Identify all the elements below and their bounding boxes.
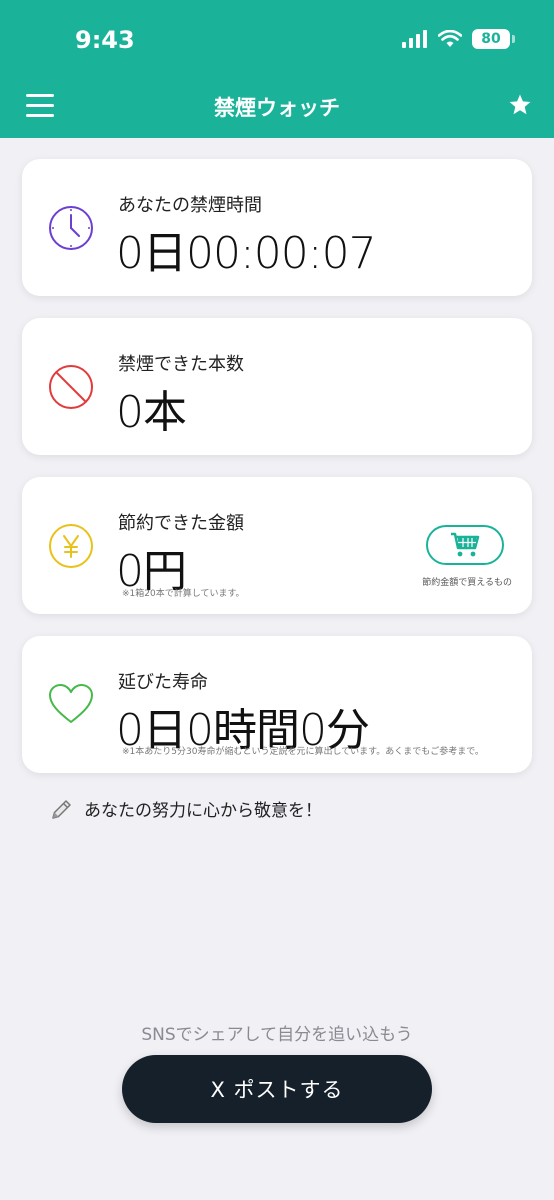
shop-button[interactable] [426, 525, 504, 565]
life-note: ※1本あたり5分30寿命が縮むという定説を元に算出しています。あくまでもご参考ま… [122, 747, 484, 757]
status-time: 9:43 [75, 26, 135, 54]
star-icon[interactable] [508, 93, 532, 117]
ban-icon [49, 365, 93, 409]
x-post-button[interactable]: X ポストする [122, 1055, 432, 1123]
battery-icon: 80 [472, 29, 515, 49]
life-card: 延びた寿命 0日0時間0分 ※1本あたり5分30寿命が縮むという定説を元に算出し… [22, 636, 532, 773]
money-card: 節約できた金額 0円 ※1箱20本で計算しています。 節約金額で買えるもの [22, 477, 532, 614]
cart-icon [451, 532, 480, 557]
encourage-text: あなたの努力に心から敬意を！ [84, 801, 322, 821]
shop-caption: 節約金額で買えるもの [422, 578, 512, 588]
quit-time-label: あなたの禁煙時間 [118, 195, 262, 216]
cigarettes-card: 禁煙できた本数 0本 [22, 318, 532, 455]
life-label: 延びた寿命 [118, 672, 208, 693]
wifi-icon [438, 30, 462, 47]
money-label: 節約できた金額 [118, 513, 244, 534]
yen-icon [49, 524, 93, 568]
share-caption: SNSでシェアして自分を追い込もう [141, 1025, 413, 1045]
quit-time-value: 0日00:00:07 [116, 228, 377, 279]
app-header: 9:43 80 禁煙ウォッチ [0, 0, 554, 138]
clock-icon [49, 206, 93, 250]
cigarettes-value: 0本 [116, 387, 187, 438]
money-note: ※1箱20本で計算しています。 [122, 589, 245, 599]
pencil-icon [52, 799, 71, 819]
quit-time-card: あなたの禁煙時間 0日00:00:07 [22, 159, 532, 296]
encourage-message: あなたの努力に心から敬意を！ [50, 796, 322, 821]
heart-icon [49, 684, 93, 723]
page-title: 禁煙ウォッチ [214, 96, 340, 120]
cigarettes-label: 禁煙できた本数 [118, 354, 244, 375]
status-icons: 80 [402, 29, 515, 49]
signal-icon [402, 30, 427, 48]
